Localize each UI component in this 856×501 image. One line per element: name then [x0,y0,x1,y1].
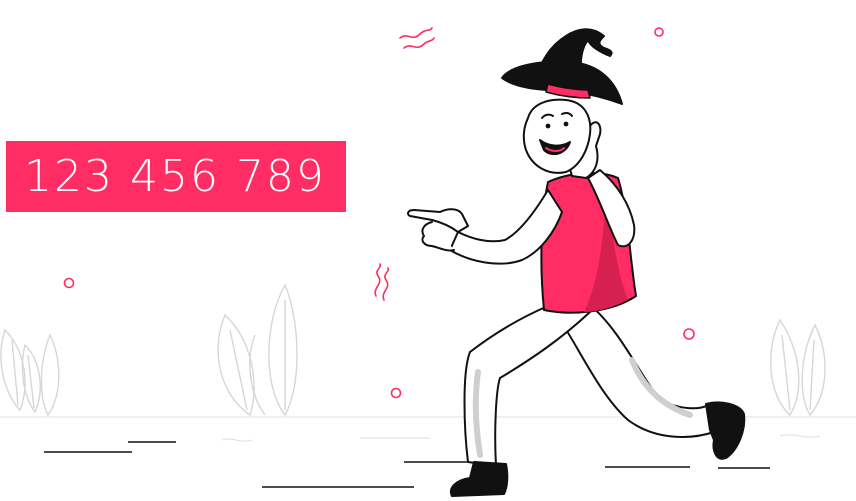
eye-left [545,123,551,129]
sparkle-squiggle-icon [374,27,435,301]
ground-dashes [44,441,770,488]
illustration [0,27,856,497]
plant-left-icon [0,328,60,417]
pointing-hand [406,208,469,233]
character [406,28,746,497]
back-shoe [705,401,746,460]
plant-center-icon [217,283,298,417]
plant-right-icon [770,318,826,417]
front-shoe [450,461,509,497]
eye-right [563,121,569,127]
